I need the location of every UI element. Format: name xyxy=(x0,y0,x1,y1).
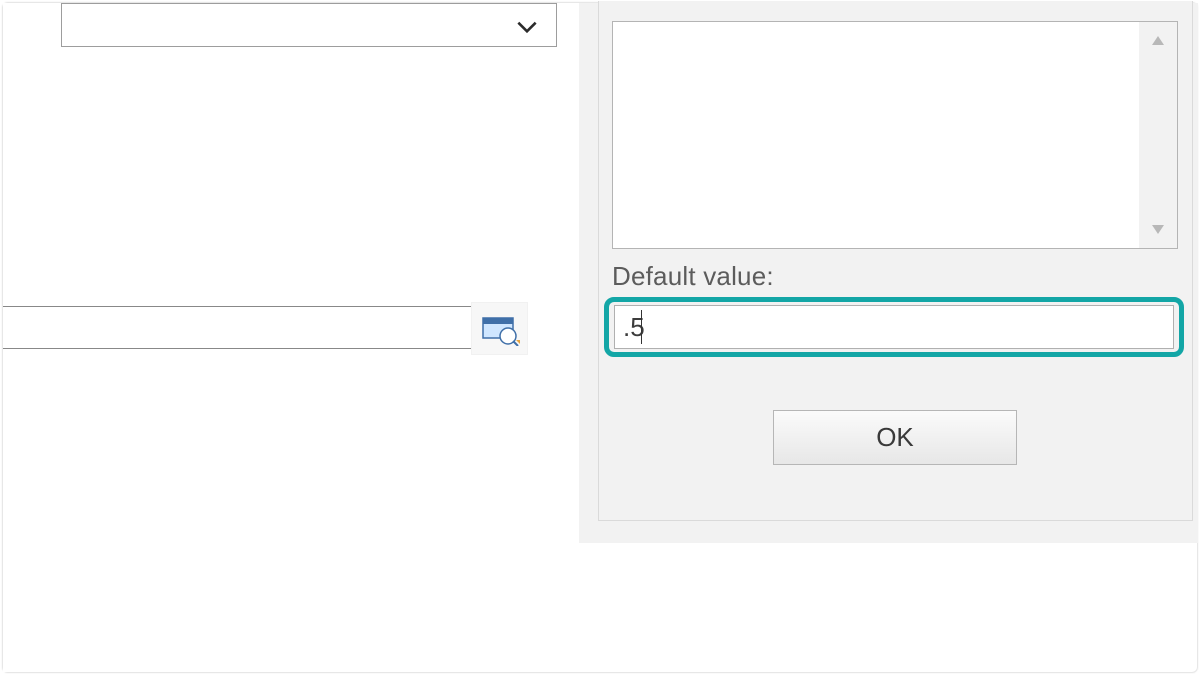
scroll-down-button[interactable] xyxy=(1139,210,1177,248)
text-caret xyxy=(641,310,642,344)
ok-button-label: OK xyxy=(876,422,914,452)
scroll-up-button[interactable] xyxy=(1139,22,1177,60)
default-value-input[interactable] xyxy=(614,305,1174,349)
left-pane xyxy=(3,3,575,672)
browse-button[interactable] xyxy=(471,302,528,355)
window-frame: Default value: OK xyxy=(2,2,1198,673)
ok-button[interactable]: OK xyxy=(773,410,1017,465)
chevron-down-icon xyxy=(514,14,540,40)
scrollbar[interactable] xyxy=(1139,22,1177,248)
combo-box[interactable] xyxy=(61,3,557,47)
description-textarea[interactable] xyxy=(612,21,1178,249)
browse-folder-icon xyxy=(480,312,520,346)
default-value-label: Default value: xyxy=(612,261,774,292)
path-input-row[interactable] xyxy=(3,306,528,349)
